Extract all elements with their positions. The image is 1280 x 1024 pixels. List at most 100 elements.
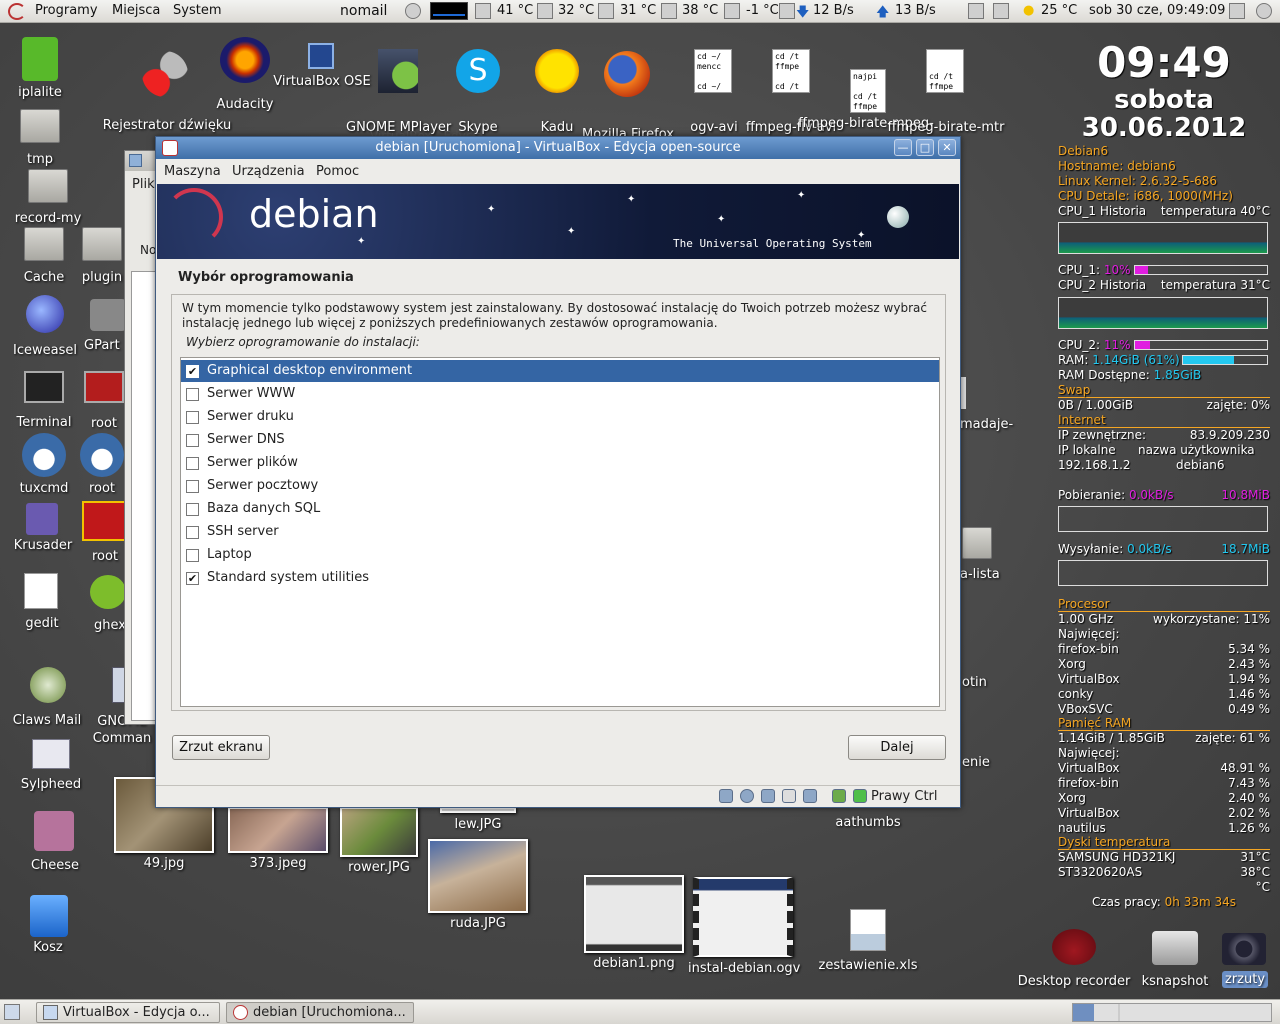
desktop-icon-iplalite[interactable]: iplalite — [10, 37, 70, 102]
desktop-icon-photo-ruda[interactable]: ruda.JPG — [426, 837, 530, 937]
close-button[interactable]: ✕ — [938, 139, 956, 156]
taskbar-item-virtualbox[interactable]: VirtualBox - Edycja o... — [36, 1002, 220, 1023]
network-icon[interactable] — [779, 3, 795, 19]
desktop-icon-debian1[interactable]: debian1.png — [582, 873, 686, 975]
workspace-switcher[interactable] — [1072, 1003, 1272, 1022]
show-desktop-icon[interactable] — [4, 1004, 20, 1020]
bg-window-menu[interactable]: Plik — [132, 177, 155, 192]
process-name: Xorg — [1058, 791, 1086, 805]
desktop-icon-ogv-avi[interactable]: cd ~/ mencc cd ~/ ogv-avi — [686, 49, 742, 135]
software-option[interactable]: Serwer DNS — [181, 429, 939, 451]
taskbar-item-debian[interactable]: debian [Uruchomiona... — [226, 1002, 414, 1023]
software-option[interactable]: Serwer WWW — [181, 383, 939, 405]
desktop-icon-iceweasel[interactable]: Iceweasel — [8, 295, 82, 359]
desktop-icon-instal-video[interactable]: instal-debian.ogv — [688, 875, 800, 979]
cd-icon[interactable] — [740, 789, 754, 803]
desktop-icon-claws[interactable]: Claws Mail — [10, 665, 84, 731]
weather-temp[interactable]: 25 °C — [1041, 3, 1077, 18]
desktop-icon-krusader[interactable]: Krusader — [10, 501, 76, 561]
desktop-icon-gedit[interactable]: gedit — [12, 573, 72, 635]
software-option[interactable]: SSH server — [181, 521, 939, 543]
desktop-icon-madaje[interactable]: madaje- — [960, 377, 1020, 437]
software-option[interactable]: Serwer druku — [181, 406, 939, 428]
desktop-icon-trash[interactable]: Kosz — [18, 891, 78, 957]
checkbox[interactable] — [186, 549, 199, 562]
desktop-icon-ffmpeg-birate-mtr[interactable]: cd /t ffmpe ffmpeg-birate-mtr — [886, 49, 1006, 135]
desktop-icon-aathumbs[interactable]: aathumbs — [826, 815, 910, 835]
checkbox[interactable]: ✔ — [186, 572, 199, 585]
speaker-icon[interactable] — [993, 3, 1009, 19]
desktop-icon-cheese[interactable]: Cheese — [20, 809, 90, 873]
vm-screen[interactable]: debian The Universal Operating System ✦ … — [157, 184, 959, 784]
shared-folder-icon[interactable] — [782, 789, 796, 803]
desktop-icon-photo-lew[interactable]: lew.JPG — [438, 807, 518, 837]
desktop-icon-zestawienie[interactable]: zestawienie.xls — [812, 909, 924, 975]
menu-system[interactable]: System — [173, 3, 221, 18]
maximize-button[interactable]: □ — [916, 139, 934, 156]
ram-value: 1.14GiB (61%) — [1092, 353, 1180, 367]
window-titlebar[interactable]: debian [Uruchomiona] - VirtualBox - Edyc… — [156, 137, 960, 159]
checkbox[interactable] — [186, 388, 199, 401]
desktop-icon-root-3[interactable]: root — [80, 501, 130, 565]
desktop-icon-terminal[interactable]: Terminal — [12, 367, 76, 431]
desktop-icon-a-lista[interactable]: a-lista — [960, 523, 1020, 585]
desktop-icon-otin[interactable]: otin — [962, 675, 1002, 695]
network-icon[interactable] — [761, 789, 775, 803]
panel-clock[interactable]: sob 30 cze, 09:49:09 — [1089, 3, 1225, 18]
desktop-icon-firefox[interactable]: Mozilla Firefox — [580, 49, 676, 142]
software-option[interactable]: Serwer pocztowy — [181, 475, 939, 497]
checkbox[interactable] — [186, 411, 199, 424]
power-off-icon[interactable] — [1256, 3, 1272, 19]
desktop-icon-audacity[interactable]: Audacity — [212, 37, 278, 112]
minimize-button[interactable]: — — [894, 139, 912, 156]
desktop-icon-kadu[interactable]: Kadu — [530, 49, 584, 135]
upload-label: Wysyłanie: — [1058, 542, 1124, 556]
desktop-icon-root-2[interactable]: root — [78, 433, 126, 497]
software-option[interactable]: ✔ Graphical desktop environment — [181, 360, 939, 382]
next-button[interactable]: Dalej — [848, 735, 946, 760]
menu-programy[interactable]: Programy — [35, 3, 98, 18]
virtualization-icon[interactable] — [832, 789, 846, 803]
display-icon[interactable] — [803, 789, 817, 803]
desktop-icon-sylpheed[interactable]: Sylpheed — [14, 737, 88, 801]
desktop-icon-cache[interactable]: Cache — [14, 227, 74, 287]
screenshot-button[interactable]: Zrzut ekranu — [172, 735, 270, 760]
conky-distro: Debian6 — [1058, 144, 1109, 158]
desktop-icon-mplayer[interactable]: GNOME MPlayer — [346, 49, 451, 135]
mouse-integration-icon[interactable] — [853, 789, 867, 803]
desktop-icon-enie[interactable]: enie — [962, 755, 1002, 775]
checkbox[interactable] — [186, 480, 199, 493]
keyboard-icon[interactable] — [968, 3, 984, 19]
power-icon[interactable] — [405, 3, 421, 19]
process-name: VirtualBox — [1058, 672, 1120, 686]
software-selection-list[interactable]: ✔ Graphical desktop environment Serwer WWW… — [180, 357, 940, 707]
checkbox[interactable] — [186, 434, 199, 447]
desktop-icon-record[interactable]: record-my — [6, 169, 90, 229]
checkbox[interactable] — [186, 503, 199, 516]
debian-menu-icon[interactable] — [8, 3, 26, 20]
software-option[interactable]: Baza danych SQL — [181, 498, 939, 520]
desktop-icon-photo-rower[interactable]: rower.JPG — [338, 807, 420, 877]
menu-miejsca[interactable]: Miejsca — [112, 3, 160, 18]
volume-icon[interactable] — [1229, 3, 1245, 19]
desktop-icon-skype[interactable]: S Skype — [450, 49, 506, 135]
desktop-icon-plugin[interactable]: plugin — [74, 227, 130, 287]
virtualbox-window[interactable]: debian [Uruchomiona] - VirtualBox - Edyc… — [155, 136, 961, 808]
desktop-icon-tuxcmd[interactable]: tuxcmd — [12, 433, 76, 497]
desktop-icon-tmp[interactable]: tmp — [10, 109, 70, 169]
checkbox[interactable] — [186, 457, 199, 470]
software-option[interactable]: ✔ Standard system utilities — [181, 567, 939, 589]
installer-description: W tym momencie tylko podstawowy system j… — [182, 301, 927, 330]
desktop-icon-root-1[interactable]: root — [80, 367, 128, 431]
cpu-monitor-graph[interactable] — [430, 2, 468, 20]
checkbox[interactable] — [186, 526, 199, 539]
desktop-icon-photo-373[interactable]: 373.jpeg — [226, 807, 330, 873]
menu-urzadzenia[interactable]: Urządzenia — [232, 164, 305, 179]
checkbox[interactable]: ✔ — [186, 365, 199, 378]
menu-maszyna[interactable]: Maszyna — [164, 164, 221, 179]
software-option[interactable]: Laptop — [181, 544, 939, 566]
mail-notifier[interactable]: nomail — [340, 3, 387, 19]
software-option[interactable]: Serwer plików — [181, 452, 939, 474]
hard-disk-icon[interactable] — [719, 789, 733, 803]
menu-pomoc[interactable]: Pomoc — [316, 164, 359, 179]
